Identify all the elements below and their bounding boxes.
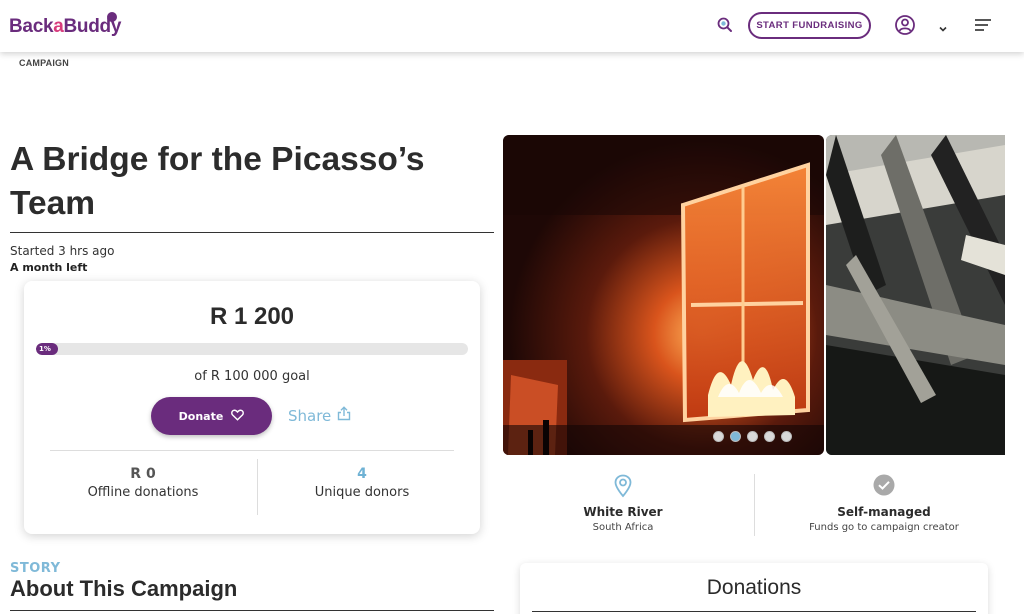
offline-donations-stat: R 0 Offline donations — [38, 466, 248, 500]
logo-text-a: a — [53, 16, 64, 37]
donations-title: Donations — [706, 576, 802, 599]
gallery-dot[interactable] — [764, 431, 775, 442]
location-pin-icon — [612, 474, 634, 498]
unique-donors-label: Unique donors — [314, 485, 410, 500]
info-divider — [754, 474, 755, 536]
gallery-dot-active[interactable] — [730, 431, 741, 442]
progress-label: 1% — [39, 345, 51, 353]
share-icon — [337, 406, 351, 425]
progress-bar — [36, 343, 468, 355]
checkmark-icon — [873, 474, 895, 498]
title-divider — [10, 232, 494, 233]
management-title: Self-managed — [837, 505, 931, 519]
location-country: South Africa — [592, 522, 654, 533]
unique-donors-stat: 4 Unique donors — [257, 466, 467, 500]
campaign-title: A Bridge for the Picasso’s Team — [10, 141, 425, 222]
logo-badge-icon — [107, 12, 117, 22]
gallery-photo-fire[interactable] — [503, 135, 824, 455]
story-title: About This Campaign — [10, 576, 238, 601]
goal-text: of R 100 000 goal — [194, 369, 310, 384]
donate-button[interactable]: Donate — [151, 397, 272, 435]
image-gallery[interactable] — [503, 135, 1005, 455]
campaign-time-left: A month left — [10, 261, 88, 274]
location-city: White River — [583, 505, 663, 519]
search-icon[interactable] — [716, 16, 734, 34]
gallery-pagination — [713, 431, 792, 442]
breadcrumb[interactable]: CAMPAIGN — [19, 58, 69, 68]
donate-button-label: Donate — [178, 409, 224, 423]
management-subtitle: Funds go to campaign creator — [809, 522, 959, 533]
gallery-photo-wreckage[interactable] — [826, 135, 1005, 455]
backabuddy-logo[interactable]: BackaBuddy — [9, 16, 121, 38]
offline-donations-label: Offline donations — [87, 485, 199, 500]
logo-text-back: Back — [9, 16, 54, 37]
menu-icon[interactable] — [973, 17, 993, 33]
chevron-down-icon[interactable] — [937, 20, 949, 32]
campaign-started: Started 3 hrs ago — [10, 244, 115, 258]
amount-raised: R 1 200 — [209, 303, 295, 330]
user-account-icon[interactable] — [894, 14, 916, 36]
management-info: Self-managed Funds go to campaign creato… — [759, 474, 1009, 533]
location-info: White River South Africa — [498, 474, 748, 533]
card-divider — [50, 450, 454, 451]
start-fundraising-button[interactable]: START FUNDRAISING — [748, 12, 871, 39]
gallery-dot[interactable] — [713, 431, 724, 442]
story-kicker: STORY — [10, 561, 61, 576]
donation-card: R 1 200 1% of R 100 000 goal Donate Shar… — [24, 281, 480, 534]
gallery-dot[interactable] — [747, 431, 758, 442]
site-header: BackaBuddy START FUNDRAISING — [0, 0, 1024, 52]
share-button[interactable]: Share — [288, 406, 351, 425]
unique-donors-count: 4 — [357, 466, 367, 482]
donations-panel: Donations — [520, 563, 988, 614]
story-divider — [10, 610, 494, 611]
donations-divider — [532, 611, 976, 612]
heart-icon — [231, 409, 245, 424]
offline-donations-amount: R 0 — [130, 466, 156, 482]
share-button-label: Share — [288, 406, 332, 425]
gallery-dot[interactable] — [781, 431, 792, 442]
